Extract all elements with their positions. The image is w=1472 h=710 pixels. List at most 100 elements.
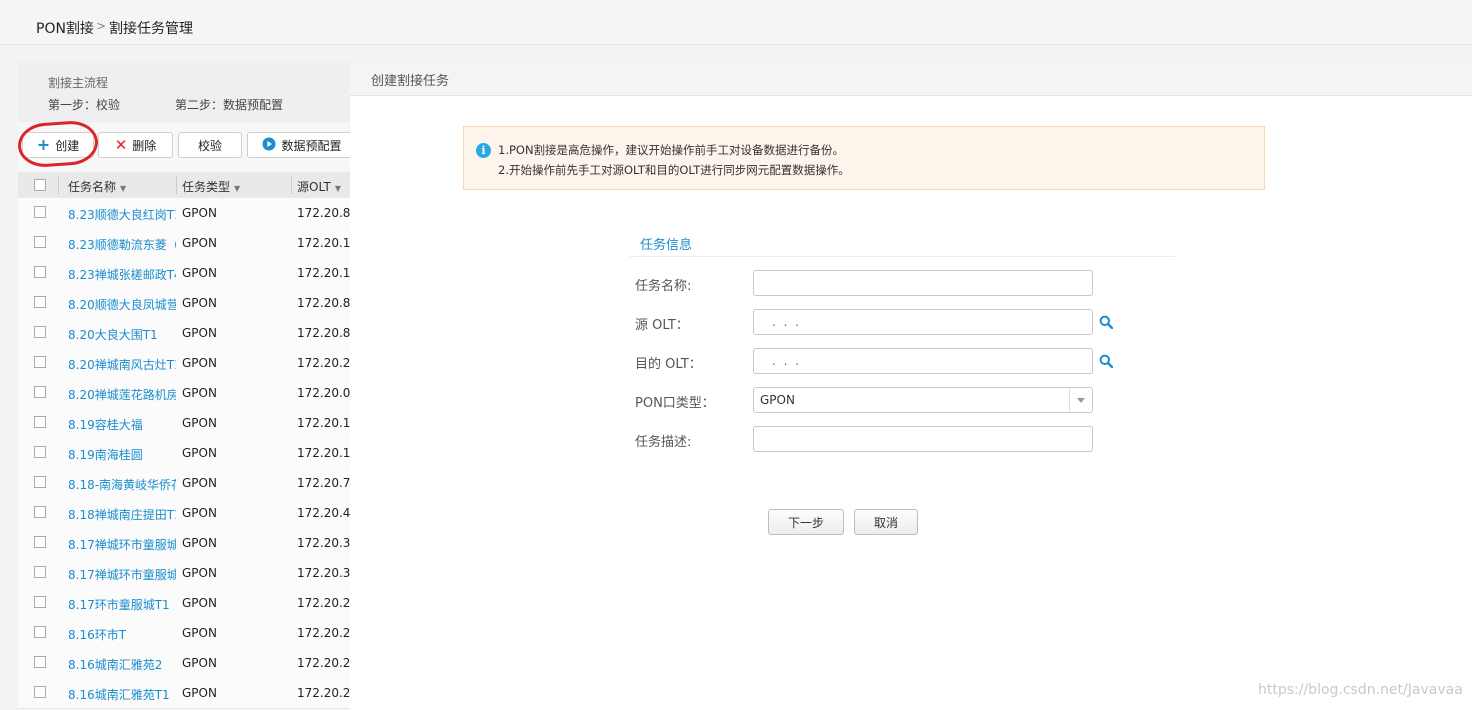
breadcrumb-separator: > xyxy=(96,19,107,33)
cancel-button[interactable]: 取消 xyxy=(854,509,918,535)
table-row[interactable]: 8.23禅城张槎邮政T4 GPON 172.20.16 xyxy=(18,258,350,289)
table-row[interactable]: 8.19容桂大福 GPON 172.20.11 xyxy=(18,408,350,439)
table-row[interactable]: 8.23顺德大良红岗T1 GPON 172.20.84 xyxy=(18,198,350,229)
src-olt-cell: 172.20.4.7 xyxy=(297,506,350,520)
warning-notice: i 1.PON割接是高危操作，建议开始操作前手工对设备数据进行备份。 2.开始操… xyxy=(463,126,1265,190)
dst-olt-input[interactable]: . . . xyxy=(753,348,1093,374)
task-name-link[interactable]: 8.23顺德大良红岗T1 xyxy=(68,206,176,223)
task-type-cell: GPON xyxy=(182,506,217,520)
task-name-link[interactable]: 8.23顺德勒流东菱（ xyxy=(68,236,176,253)
preconfig-button-label: 数据预配置 xyxy=(281,138,342,153)
task-name-link[interactable]: 8.18-南海黄岐华侨花 xyxy=(68,476,176,493)
src-olt-cell: 172.20.16 xyxy=(297,266,350,280)
row-checkbox[interactable] xyxy=(34,296,46,308)
task-name-link[interactable]: 8.16城南汇雅苑T1 xyxy=(68,686,176,703)
task-type-cell: GPON xyxy=(182,386,217,400)
dialog-title: 创建割接任务 xyxy=(371,74,450,89)
row-checkbox[interactable] xyxy=(34,626,46,638)
task-name-link[interactable]: 8.19南海桂圆 xyxy=(68,446,176,463)
task-name-link[interactable]: 8.16城南汇雅苑2 xyxy=(68,656,176,673)
table-row[interactable]: 8.16环市T GPON 172.20.28 xyxy=(18,618,350,649)
row-checkbox[interactable] xyxy=(34,596,46,608)
task-name-link[interactable]: 8.17禅城环市童服城 xyxy=(68,536,176,553)
header-src-olt-label: 源OLT xyxy=(297,180,331,194)
table-row[interactable]: 8.16城南汇雅苑T1 GPON 172.20.24 xyxy=(18,678,350,709)
task-desc-input[interactable] xyxy=(753,426,1093,452)
next-button[interactable]: 下一步 xyxy=(768,509,844,535)
src-olt-value: . . . xyxy=(772,315,802,329)
src-olt-cell: 172.20.84 xyxy=(297,206,350,220)
table-row[interactable]: 8.23顺德勒流东菱（ GPON 172.20.10 xyxy=(18,228,350,259)
task-type-cell: GPON xyxy=(182,536,217,550)
breadcrumb-root[interactable]: PON割接 xyxy=(36,18,94,38)
row-checkbox[interactable] xyxy=(34,476,46,488)
row-checkbox[interactable] xyxy=(34,446,46,458)
task-name-link[interactable]: 8.19容桂大福 xyxy=(68,416,176,433)
task-name-link[interactable]: 8.20顺德大良凤城营 xyxy=(68,296,176,313)
src-olt-input[interactable]: . . . xyxy=(753,309,1093,335)
row-checkbox[interactable] xyxy=(34,386,46,398)
table-row[interactable]: 8.20顺德大良凤城营 GPON 172.20.84 xyxy=(18,288,350,319)
table-row[interactable]: 8.19南海桂圆 GPON 172.20.1.9 xyxy=(18,438,350,469)
row-checkbox[interactable] xyxy=(34,416,46,428)
task-name-link[interactable]: 8.20禅城南风古灶T1 xyxy=(68,356,176,373)
src-olt-cell: 172.20.31 xyxy=(297,536,350,550)
table-row[interactable]: 8.20禅城南风古灶T1 GPON 172.20.20 xyxy=(18,348,350,379)
select-all-checkbox[interactable] xyxy=(34,179,46,191)
row-checkbox[interactable] xyxy=(34,356,46,368)
src-olt-cell: 172.20.0.3 xyxy=(297,386,350,400)
breadcrumb-current: 割接任务管理 xyxy=(109,21,193,37)
src-olt-cell: 172.20.11 xyxy=(297,416,350,430)
row-checkbox[interactable] xyxy=(34,566,46,578)
table-row[interactable]: 8.18-南海黄岐华侨花 GPON 172.20.76 xyxy=(18,468,350,499)
header-task-type[interactable]: 任务类型 ▼ xyxy=(182,178,240,195)
task-type-cell: GPON xyxy=(182,476,217,490)
table-row[interactable]: 8.20大良大围T1 GPON 172.20.84 xyxy=(18,318,350,349)
chevron-down-icon[interactable] xyxy=(1069,388,1092,412)
row-checkbox[interactable] xyxy=(34,236,46,248)
src-olt-cell: 172.20.20 xyxy=(297,356,350,370)
table-row[interactable]: 8.17禅城环市童服城 GPON 172.20.31 xyxy=(18,558,350,589)
table-row[interactable]: 8.17环市童服城T1 GPON 172.20.28 xyxy=(18,588,350,619)
header-src-olt[interactable]: 源OLT ▼ xyxy=(297,178,341,195)
table-row[interactable]: 8.17禅城环市童服城 GPON 172.20.31 xyxy=(18,528,350,559)
row-checkbox[interactable] xyxy=(34,506,46,518)
delete-button[interactable]: ✕ 删除 xyxy=(98,132,173,158)
info-icon: i xyxy=(476,143,491,158)
preconfig-button[interactable]: 数据预配置 xyxy=(247,132,350,158)
notice-line-1: 1.PON割接是高危操作，建议开始操作前手工对设备数据进行备份。 xyxy=(498,143,845,157)
sort-caret-icon: ▼ xyxy=(120,184,127,193)
pon-type-select[interactable]: GPON xyxy=(753,387,1093,413)
search-icon[interactable] xyxy=(1099,315,1113,329)
row-checkbox[interactable] xyxy=(34,686,46,698)
row-checkbox[interactable] xyxy=(34,266,46,278)
task-name-link[interactable]: 8.18禅城南庄提田T1 xyxy=(68,506,176,523)
task-name-link[interactable]: 8.23禅城张槎邮政T4 xyxy=(68,266,176,283)
verify-button[interactable]: 校验 xyxy=(178,132,242,158)
row-checkbox[interactable] xyxy=(34,206,46,218)
flow-step-2[interactable]: 第二步：数据预配置 xyxy=(175,96,283,113)
header-task-type-label: 任务类型 xyxy=(182,180,231,194)
table-row[interactable]: 8.16城南汇雅苑2 GPON 172.20.24 xyxy=(18,648,350,679)
sort-caret-icon: ▼ xyxy=(234,184,241,193)
task-name-input[interactable] xyxy=(753,270,1093,296)
table-row[interactable]: 8.20禅城莲花路机房 GPON 172.20.0.3 xyxy=(18,378,350,409)
src-olt-cell: 172.20.24 xyxy=(297,686,350,700)
task-name-link[interactable]: 8.20禅城莲花路机房 xyxy=(68,386,176,403)
task-name-label: 任务名称: xyxy=(635,279,692,294)
table-row[interactable]: 8.18禅城南庄提田T1 GPON 172.20.4.7 xyxy=(18,498,350,529)
row-checkbox[interactable] xyxy=(34,536,46,548)
flow-step-1[interactable]: 第一步：校验 xyxy=(48,96,120,113)
row-checkbox[interactable] xyxy=(34,326,46,338)
row-checkbox[interactable] xyxy=(34,656,46,668)
header-task-name[interactable]: 任务名称 ▼ xyxy=(68,178,126,195)
dst-olt-label: 目的 OLT： xyxy=(635,357,702,372)
search-icon[interactable] xyxy=(1099,354,1113,368)
src-olt-cell: 172.20.76 xyxy=(297,476,350,490)
task-type-cell: GPON xyxy=(182,236,217,250)
task-name-link[interactable]: 8.20大良大围T1 xyxy=(68,326,176,343)
pon-type-value: GPON xyxy=(760,393,795,407)
task-name-link[interactable]: 8.16环市T xyxy=(68,626,176,643)
task-name-link[interactable]: 8.17环市童服城T1 xyxy=(68,596,176,613)
task-name-link[interactable]: 8.17禅城环市童服城 xyxy=(68,566,176,583)
